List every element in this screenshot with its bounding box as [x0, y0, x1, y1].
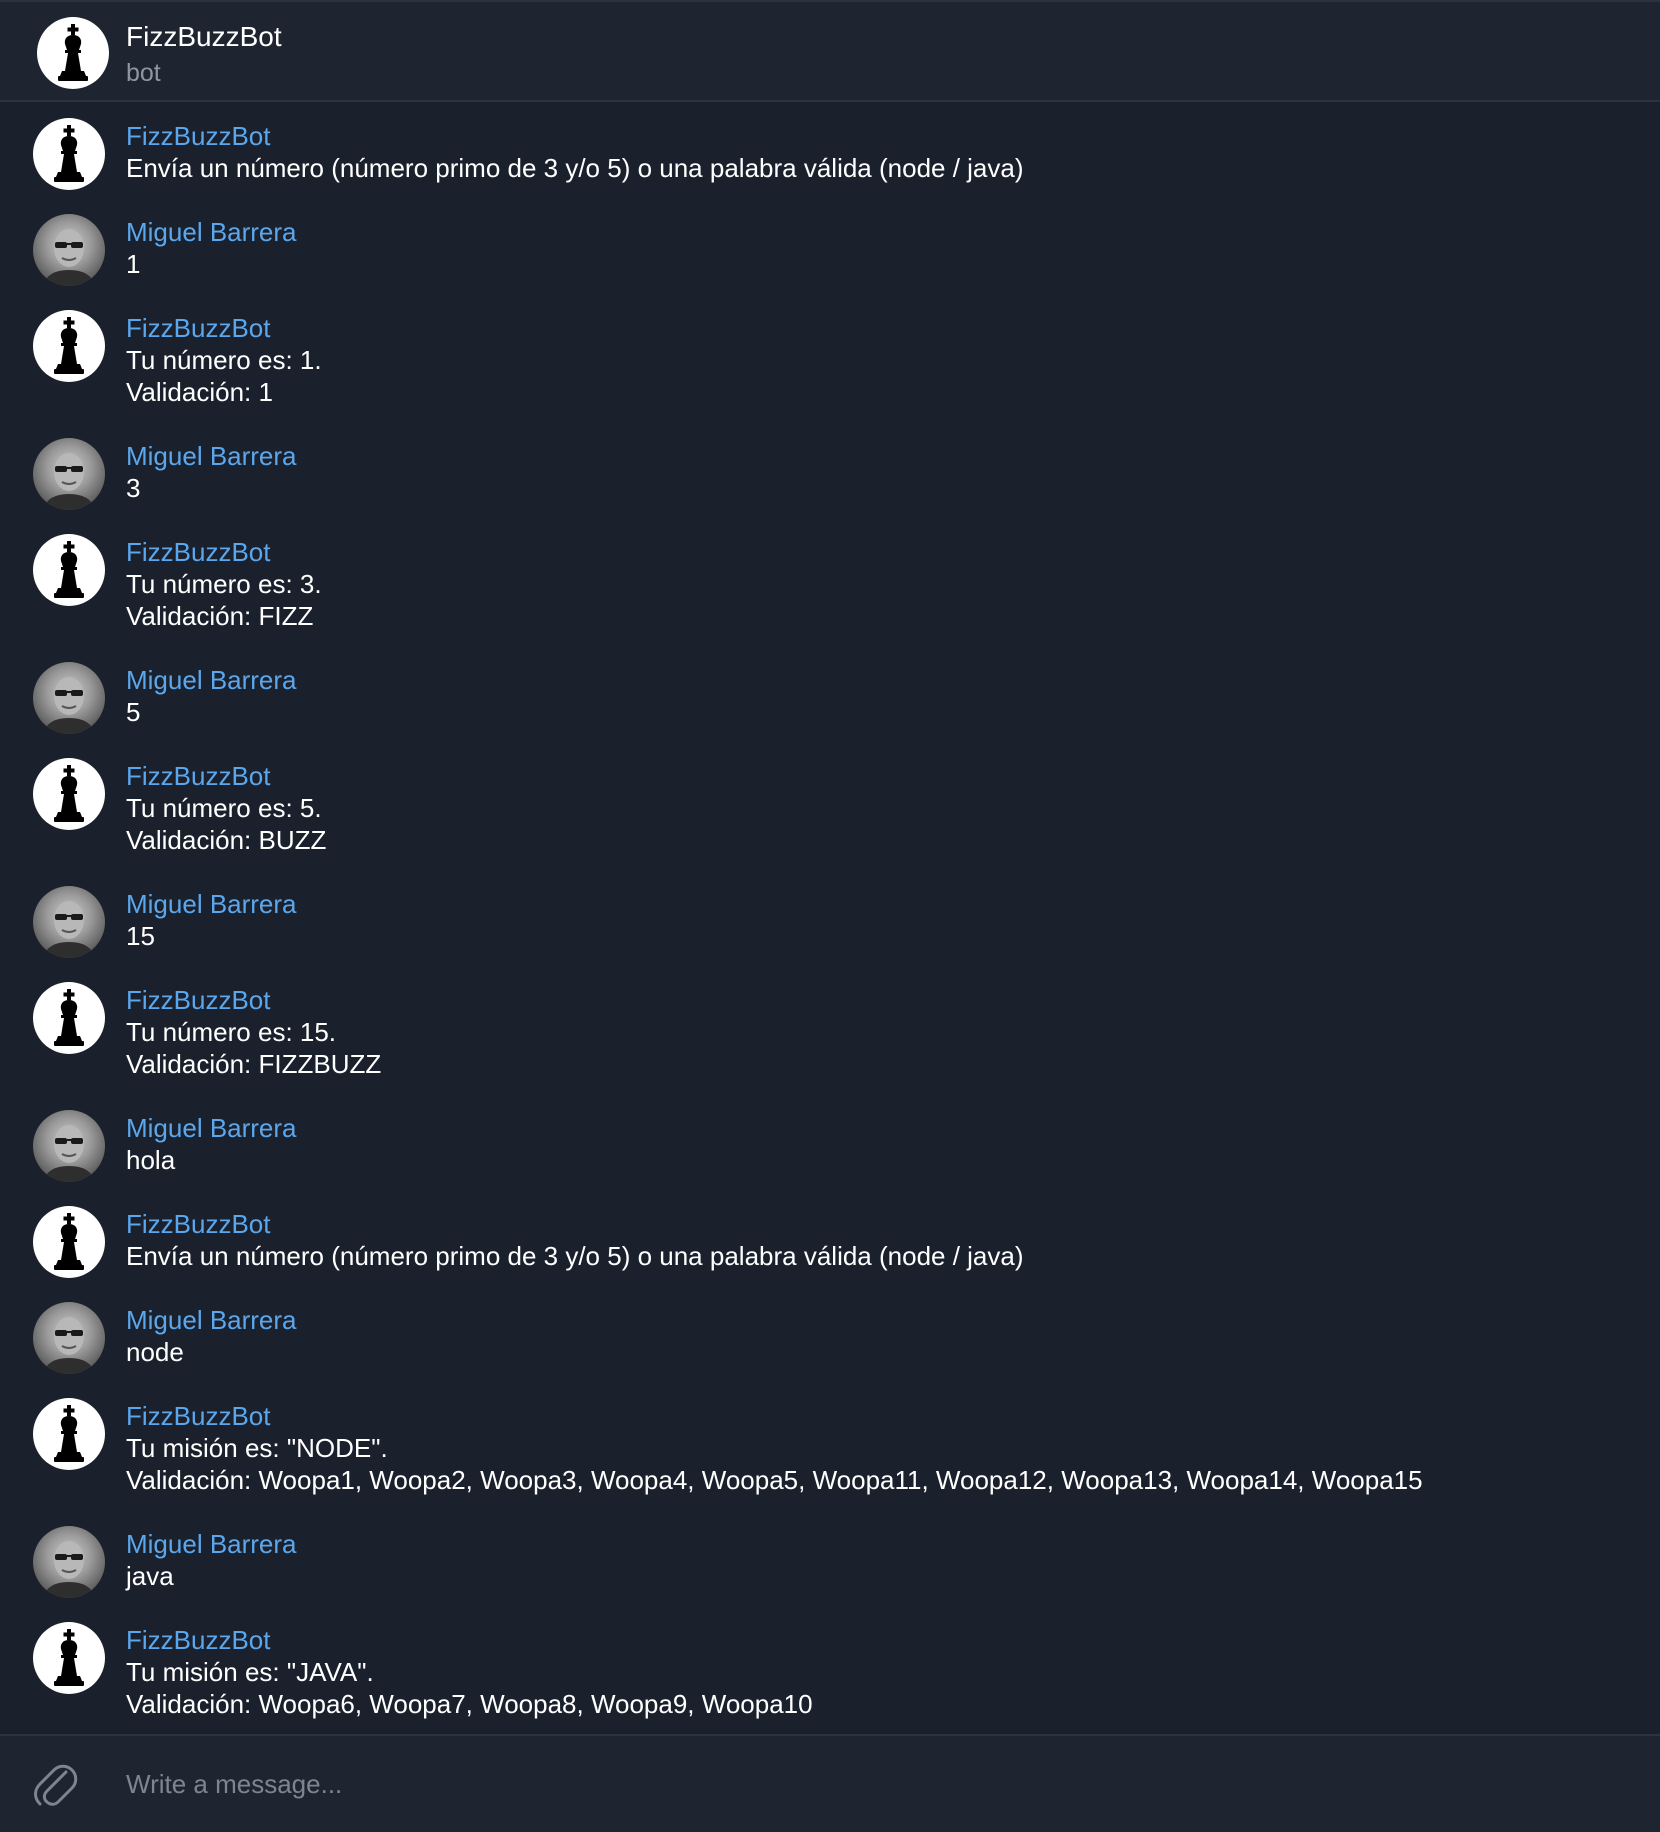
- chess-king-icon: [58, 24, 88, 81]
- bot-avatar[interactable]: [33, 982, 105, 1054]
- chat-header[interactable]: FizzBuzzBot bot: [0, 0, 1660, 102]
- message-text: Validación: FIZZ: [126, 601, 314, 631]
- sender-name[interactable]: FizzBuzzBot: [126, 310, 1660, 344]
- sender-name[interactable]: FizzBuzzBot: [126, 534, 1660, 568]
- bot-avatar[interactable]: [33, 1398, 105, 1470]
- user-photo-icon: [43, 1317, 95, 1374]
- bot-avatar[interactable]: [33, 1622, 105, 1694]
- message-item[interactable]: FizzBuzzBot Tu número es: 1. Validación: 1: [0, 310, 1660, 438]
- message-text: Tu número es: 3.: [126, 569, 322, 599]
- chat-title[interactable]: FizzBuzzBot: [126, 21, 282, 53]
- chess-king-icon: [54, 989, 84, 1046]
- bot-avatar[interactable]: [33, 1206, 105, 1278]
- paperclip-icon[interactable]: [30, 1758, 80, 1810]
- message-composer: [0, 1734, 1660, 1832]
- user-avatar[interactable]: [33, 1110, 105, 1182]
- message-item[interactable]: FizzBuzzBot Envía un número (número primo…: [0, 1206, 1660, 1302]
- user-avatar[interactable]: [33, 1302, 105, 1374]
- message-text: java: [126, 1561, 174, 1591]
- message-list[interactable]: FizzBuzzBot Envía un número (número primo…: [0, 104, 1660, 1734]
- message-item[interactable]: Miguel Barrera 3: [0, 438, 1660, 534]
- sender-name[interactable]: FizzBuzzBot: [126, 1206, 1660, 1240]
- chess-king-icon: [54, 1629, 84, 1686]
- sender-name[interactable]: Miguel Barrera: [126, 886, 1660, 920]
- sender-name[interactable]: FizzBuzzBot: [126, 1398, 1660, 1432]
- message-text: Envía un número (número primo de 3 y/o 5…: [126, 1241, 1024, 1271]
- user-photo-icon: [43, 229, 95, 286]
- message-text: Tu número es: 5.: [126, 793, 322, 823]
- bot-avatar[interactable]: [33, 758, 105, 830]
- message-text: 3: [126, 473, 141, 503]
- message-item[interactable]: FizzBuzzBot Tu misión es: "JAVA". Validaci…: [0, 1622, 1660, 1750]
- chat-subtitle: bot: [126, 59, 161, 87]
- user-avatar[interactable]: [33, 1526, 105, 1598]
- user-avatar[interactable]: [33, 886, 105, 958]
- user-photo-icon: [43, 901, 95, 958]
- message-item[interactable]: FizzBuzzBot Tu misión es: "NODE". Validaci…: [0, 1398, 1660, 1526]
- message-text: 1: [126, 249, 141, 279]
- message-item[interactable]: FizzBuzzBot Envía un número (número primo…: [0, 118, 1660, 214]
- bot-avatar[interactable]: [33, 534, 105, 606]
- message-item[interactable]: Miguel Barrera node: [0, 1302, 1660, 1398]
- message-text: hola: [126, 1145, 176, 1175]
- chess-king-icon: [54, 317, 84, 374]
- sender-name[interactable]: FizzBuzzBot: [126, 118, 1660, 152]
- user-avatar[interactable]: [33, 214, 105, 286]
- chess-king-icon: [54, 765, 84, 822]
- chess-king-icon: [54, 125, 84, 182]
- message-text: Validación: Woopa1, Woopa2, Woopa3, Woop…: [126, 1465, 1423, 1495]
- sender-name[interactable]: Miguel Barrera: [126, 1302, 1660, 1336]
- user-avatar[interactable]: [33, 438, 105, 510]
- message-item[interactable]: Miguel Barrera hola: [0, 1110, 1660, 1206]
- message-text: 15: [126, 921, 155, 951]
- user-photo-icon: [43, 1541, 95, 1598]
- chess-king-icon: [54, 1405, 84, 1462]
- message-text: Validación: 1: [126, 377, 273, 407]
- message-item[interactable]: Miguel Barrera 1: [0, 214, 1660, 310]
- chess-king-icon: [54, 1213, 84, 1270]
- message-text: Validación: Woopa6, Woopa7, Woopa8, Woop…: [126, 1689, 813, 1719]
- sender-name[interactable]: Miguel Barrera: [126, 1526, 1660, 1560]
- message-text: Validación: FIZZBUZZ: [126, 1049, 382, 1079]
- sender-name[interactable]: Miguel Barrera: [126, 662, 1660, 696]
- message-text: node: [126, 1337, 184, 1367]
- message-item[interactable]: FizzBuzzBot Tu número es: 15. Validación: …: [0, 982, 1660, 1110]
- message-text: Tu número es: 1.: [126, 345, 322, 375]
- message-text: Tu misión es: "NODE".: [126, 1433, 388, 1463]
- chess-king-icon: [54, 541, 84, 598]
- sender-name[interactable]: FizzBuzzBot: [126, 758, 1660, 792]
- message-item[interactable]: Miguel Barrera 15: [0, 886, 1660, 982]
- user-avatar[interactable]: [33, 662, 105, 734]
- sender-name[interactable]: Miguel Barrera: [126, 438, 1660, 472]
- sender-name[interactable]: FizzBuzzBot: [126, 1622, 1660, 1656]
- message-input[interactable]: [126, 1762, 1606, 1806]
- message-item[interactable]: Miguel Barrera 5: [0, 662, 1660, 758]
- message-text: Validación: BUZZ: [126, 825, 327, 855]
- bot-avatar[interactable]: [33, 310, 105, 382]
- message-text: Envía un número (número primo de 3 y/o 5…: [126, 153, 1024, 183]
- message-text: Tu número es: 15.: [126, 1017, 337, 1047]
- user-photo-icon: [43, 1125, 95, 1182]
- user-photo-icon: [43, 453, 95, 510]
- sender-name[interactable]: FizzBuzzBot: [126, 982, 1660, 1016]
- bot-avatar[interactable]: [33, 118, 105, 190]
- bot-avatar[interactable]: [37, 17, 109, 89]
- message-text: Tu misión es: "JAVA".: [126, 1657, 374, 1687]
- user-photo-icon: [43, 677, 95, 734]
- message-item[interactable]: FizzBuzzBot Tu número es: 3. Validación: F…: [0, 534, 1660, 662]
- sender-name[interactable]: Miguel Barrera: [126, 214, 1660, 248]
- message-text: 5: [126, 697, 141, 727]
- message-item[interactable]: FizzBuzzBot Tu número es: 5. Validación: B…: [0, 758, 1660, 886]
- message-item[interactable]: Miguel Barrera java: [0, 1526, 1660, 1622]
- sender-name[interactable]: Miguel Barrera: [126, 1110, 1660, 1144]
